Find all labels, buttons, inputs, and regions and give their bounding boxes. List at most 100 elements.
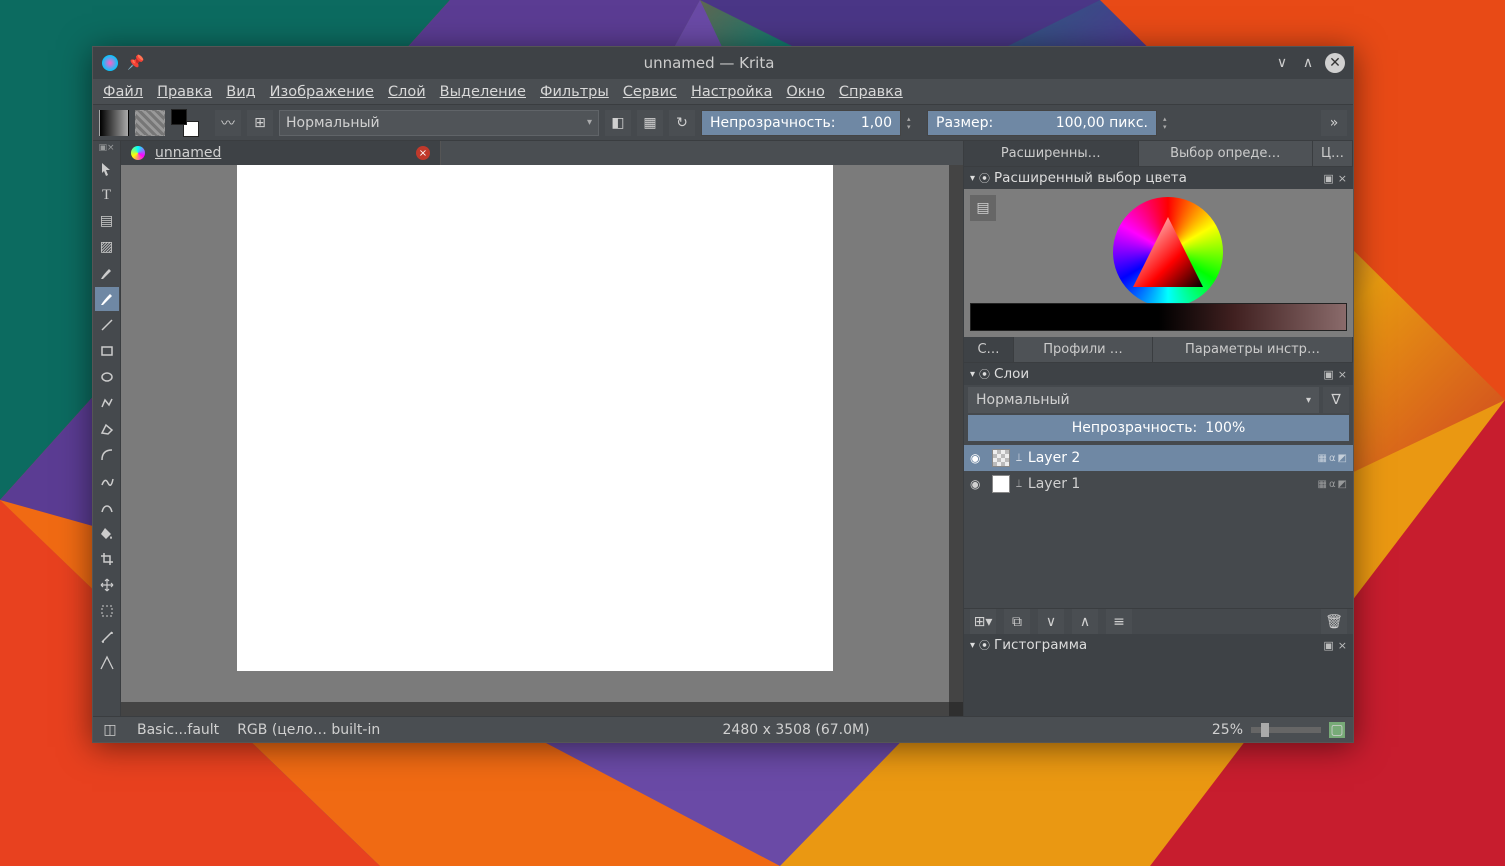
layer-name[interactable]: Layer 1 — [1028, 476, 1312, 492]
canvas[interactable] — [237, 165, 833, 671]
menu-layer[interactable]: Слой — [388, 84, 426, 100]
close-dock-icon[interactable]: × — [1338, 172, 1347, 185]
titlebar[interactable]: 📌 unnamed — Krita ∨ ∧ ✕ — [93, 47, 1353, 79]
layer-row[interactable]: ◉ ⟘ Layer 2 ▦α◩ — [964, 445, 1353, 471]
color-swatch[interactable] — [171, 109, 199, 137]
close-dock-icon[interactable]: × — [1338, 368, 1347, 381]
eraser-toggle[interactable]: ◧ — [605, 110, 631, 136]
size-slider[interactable]: Размер: 100,00 пикс. — [927, 110, 1157, 136]
zoom-fit-button[interactable]: ▢ — [1329, 722, 1345, 738]
tab-specific-color[interactable]: Выбор опреде… — [1139, 141, 1314, 166]
pin-icon[interactable]: 📌 — [127, 54, 145, 72]
float-icon[interactable]: ▣ — [1323, 639, 1333, 652]
zoom-slider[interactable] — [1251, 727, 1321, 733]
settings-icon[interactable]: ▤ — [970, 195, 996, 221]
layer-list[interactable]: ◉ ⟘ Layer 2 ▦α◩ ◉ ⟘ Layer 1 ▦α◩ — [964, 445, 1353, 608]
menu-edit[interactable]: Правка — [157, 84, 212, 100]
add-layer-button[interactable]: ⊞▾ — [970, 609, 996, 635]
tool-freehand-path[interactable] — [95, 469, 119, 493]
float-icon[interactable]: ▣ — [1323, 172, 1333, 185]
scrollbar-horizontal[interactable] — [121, 702, 949, 716]
delete-layer-button[interactable]: 🗑 — [1321, 609, 1347, 635]
color-triangle[interactable] — [1133, 217, 1203, 287]
menu-help[interactable]: Справка — [839, 84, 903, 100]
tool-fill[interactable] — [95, 521, 119, 545]
menu-view[interactable]: Вид — [226, 84, 255, 100]
layer-row[interactable]: ◉ ⟘ Layer 1 ▦α◩ — [964, 471, 1353, 497]
tool-freehand-brush[interactable] — [95, 287, 119, 311]
toolbar-overflow-button[interactable]: » — [1321, 110, 1347, 136]
tool-polyline[interactable] — [95, 391, 119, 415]
blend-mode-dropdown[interactable]: Нормальный ▾ — [279, 110, 599, 136]
minimize-button[interactable]: ∨ — [1273, 54, 1291, 72]
brush-preset-button[interactable]: 〰 — [215, 110, 241, 136]
tool-assistant[interactable] — [95, 651, 119, 675]
tool-polygon[interactable] — [95, 417, 119, 441]
menu-window[interactable]: Окно — [786, 84, 825, 100]
tool-pattern[interactable]: ▨ — [95, 235, 119, 259]
lock-icon[interactable]: ⦿ — [979, 170, 990, 186]
tool-arrow[interactable] — [95, 157, 119, 181]
visibility-icon[interactable]: ◉ — [970, 451, 986, 465]
tool-transform[interactable] — [95, 599, 119, 623]
close-button[interactable]: ✕ — [1325, 53, 1345, 73]
float-icon[interactable]: ▣ — [1323, 368, 1333, 381]
tool-move[interactable] — [95, 573, 119, 597]
alpha-lock-toggle[interactable]: ▦ — [637, 110, 663, 136]
document-tab[interactable]: unnamed × — [121, 141, 441, 165]
status-preset[interactable]: Basic...fault — [137, 722, 219, 738]
layer-filter-button[interactable]: ∇ — [1323, 387, 1349, 413]
menu-tools[interactable]: Сервис — [623, 84, 677, 100]
tool-measure[interactable] — [95, 625, 119, 649]
collapse-icon[interactable]: ▾ — [970, 173, 975, 184]
menu-file[interactable]: Файл — [103, 84, 143, 100]
tab-s[interactable]: С… — [964, 337, 1014, 362]
tab-profiles[interactable]: Профили … — [1014, 337, 1153, 362]
maximize-button[interactable]: ∧ — [1299, 54, 1317, 72]
layer-badges[interactable]: ▦α◩ — [1318, 479, 1348, 490]
color-selector[interactable]: ▤ — [964, 189, 1353, 337]
canvas-area[interactable] — [121, 165, 963, 716]
selection-mode-icon[interactable]: ◫ — [101, 721, 119, 739]
tab-advanced-color[interactable]: Расширенны… — [964, 141, 1139, 166]
reload-preset-button[interactable]: ↻ — [669, 110, 695, 136]
close-dock-icon[interactable]: × — [1338, 639, 1347, 652]
tool-brush[interactable] — [95, 261, 119, 285]
tool-rect[interactable] — [95, 339, 119, 363]
menu-image[interactable]: Изображение — [270, 84, 374, 100]
canvas-viewport[interactable] — [121, 165, 949, 702]
layers-title[interactable]: ▾⦿ Слои ▣× — [964, 363, 1353, 385]
brush-editor-button[interactable]: ⊞ — [247, 110, 273, 136]
tool-text[interactable]: T — [95, 183, 119, 207]
layer-properties-button[interactable]: ≡ — [1106, 609, 1132, 635]
layer-badges[interactable]: ▦α◩ — [1318, 453, 1348, 464]
tool-gradient[interactable]: ▤ — [95, 209, 119, 233]
menu-select[interactable]: Выделение — [440, 84, 526, 100]
move-down-button[interactable]: ∨ — [1038, 609, 1064, 635]
tool-line[interactable] — [95, 313, 119, 337]
visibility-icon[interactable]: ◉ — [970, 477, 986, 491]
tool-crop[interactable] — [95, 547, 119, 571]
color-history-strip[interactable] — [970, 303, 1347, 331]
color-panel-title[interactable]: ▾ ⦿ Расширенный выбор цвета ▣× — [964, 167, 1353, 189]
scrollbar-vertical[interactable] — [949, 165, 963, 702]
duplicate-layer-button[interactable]: ⧉ — [1004, 609, 1030, 635]
tool-dyna[interactable] — [95, 495, 119, 519]
opacity-slider[interactable]: Непрозрачность: 1,00 — [701, 110, 901, 136]
tab-color-c[interactable]: Ц… — [1313, 141, 1353, 166]
tool-ellipse[interactable] — [95, 365, 119, 389]
histogram-title[interactable]: ▾⦿ Гистограмма ▣× — [964, 634, 1353, 656]
menu-filters[interactable]: Фильтры — [540, 84, 609, 100]
close-tab-button[interactable]: × — [416, 146, 430, 160]
opacity-spin[interactable]: ▴▾ — [907, 110, 921, 136]
status-colorspace[interactable]: RGB (цело… built-in — [237, 722, 380, 738]
layer-name[interactable]: Layer 2 — [1028, 450, 1312, 466]
move-up-button[interactable]: ∧ — [1072, 609, 1098, 635]
color-wheel[interactable] — [1113, 197, 1223, 307]
tab-tool-options[interactable]: Параметры инстр… — [1153, 337, 1353, 362]
pattern-button[interactable] — [135, 110, 165, 136]
menu-settings[interactable]: Настройка — [691, 84, 772, 100]
layer-opacity-slider[interactable]: Непрозрачность: 100% — [968, 415, 1349, 441]
tool-bezier[interactable] — [95, 443, 119, 467]
layer-blend-dropdown[interactable]: Нормальный ▾ — [968, 387, 1319, 413]
